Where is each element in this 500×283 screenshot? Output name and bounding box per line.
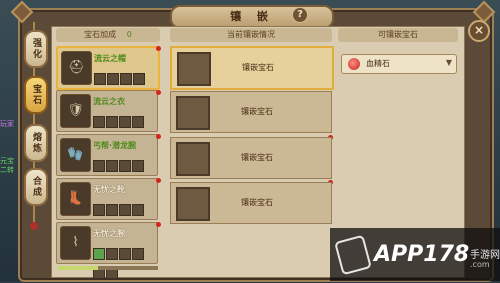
gem-slot [106,204,118,216]
left-hud-line: 二转 [0,166,14,174]
red-gem-icon [348,58,360,70]
socket-label: 镶嵌宝石 [241,107,273,116]
gem-slot [94,73,106,85]
tab-smelt[interactable]: 熔炼 [24,124,48,162]
gem-slot [119,248,131,260]
equipment-name: 流云之衣 [93,97,125,106]
equipment-card[interactable]: ⌇ 无忧之腕 [56,222,158,279]
bracer-icon: 🧤 [60,138,91,172]
gem-slot [119,204,131,216]
gem-slot [132,204,144,216]
gem-slot [133,73,145,85]
header-available-gems: 可镶嵌宝石 [338,28,458,42]
gem-type-select[interactable]: 血精石 ▼ [341,54,457,74]
gem-slots [93,157,157,191]
tab-combine[interactable]: 合成 [24,168,48,206]
notification-dot [156,46,161,51]
chevron-down-icon: ▼ [445,58,452,67]
gem-type-value: 血精石 [366,59,390,68]
gem-slot [106,160,118,172]
socket-label: 镶嵌宝石 [242,63,274,72]
socket-label: 镶嵌宝石 [241,153,273,162]
equipment-card[interactable]: 👢 无忧之靴 [56,178,158,235]
gem-slot [132,248,144,260]
left-hud-line: 玩家 [0,120,14,128]
tassel-icon [30,222,38,230]
equipment-list: ⛑ 流云之帽 🛡 流云之衣 🧤 丐帮·潜龙腕 👢 无忧之靴 ⌇ 无忧之腕 [56,46,161,279]
equipment-name: 无忧之靴 [93,185,125,194]
gem-slot [93,116,105,128]
socket-hole-icon [176,187,210,221]
close-button[interactable]: × [468,20,490,42]
socket-slot[interactable]: 镶嵌宝石 [170,137,332,179]
notification-dot [156,222,161,227]
gem-slot [106,116,118,128]
socket-label: 镶嵌宝石 [241,198,273,207]
helmet-icon: ⛑ [61,51,92,85]
gem-slots [94,70,158,104]
header-gem-bonus: 宝石加成 0 [56,28,160,42]
gem-bonus-count: 0 [126,30,132,39]
watermark-brand: APP178 [374,242,470,267]
notification-dot [156,134,161,139]
gem-slots [93,245,157,279]
notification-dot [156,178,161,183]
gem-slots [93,113,157,147]
watermark-url: .com [470,260,490,269]
watermark-cn: 手游网 [470,250,500,261]
gem-slot [120,73,132,85]
left-hud-text: 玩家 元宝 二转 [0,120,14,175]
socket-slot[interactable]: 镶嵌宝石 [170,182,332,224]
list-scroll-progress [58,266,158,270]
armor-icon: 🛡 [60,94,91,128]
gem-slot [107,73,119,85]
gem-slot [93,160,105,172]
gem-slot [132,160,144,172]
equipment-name: 丐帮·潜龙腕 [93,141,137,150]
gem-slot [119,116,131,128]
header-gem-bonus-label: 宝石加成 [84,30,117,39]
boots-icon: 👢 [60,182,91,216]
gem-slot-filled [93,248,105,260]
equipment-name: 流云之帽 [94,54,126,63]
equipment-card[interactable]: 🛡 流云之衣 [56,90,158,147]
watermark: APP178 手游网 .com [330,228,500,281]
bracelet-icon: ⌇ [60,226,91,260]
gem-slots [93,201,157,235]
gem-slot [106,248,118,260]
notification-dot [156,90,161,95]
tab-enhance[interactable]: 强化 [24,30,48,68]
gem-slot [93,204,105,216]
gem-slot [132,116,144,128]
socket-slot[interactable]: 镶嵌宝石 [170,46,334,90]
equipment-name: 无忧之腕 [93,229,125,238]
socket-slot[interactable]: 镶嵌宝石 [170,91,332,133]
tab-gems[interactable]: 宝石 [24,76,48,114]
left-hud-line: 元宝 [0,157,14,165]
header-current-sockets: 当前镶嵌情况 [170,28,332,42]
equipment-card[interactable]: 🧤 丐帮·潜龙腕 [56,134,158,191]
gem-slot [119,160,131,172]
socket-hole-icon [176,96,210,130]
help-button[interactable]: ? [292,7,308,23]
socket-hole-icon [177,52,211,86]
progress-fill [58,266,98,270]
socket-hole-icon [176,142,210,176]
phone-logo-icon [334,234,372,276]
equipment-card[interactable]: ⛑ 流云之帽 [56,46,160,104]
